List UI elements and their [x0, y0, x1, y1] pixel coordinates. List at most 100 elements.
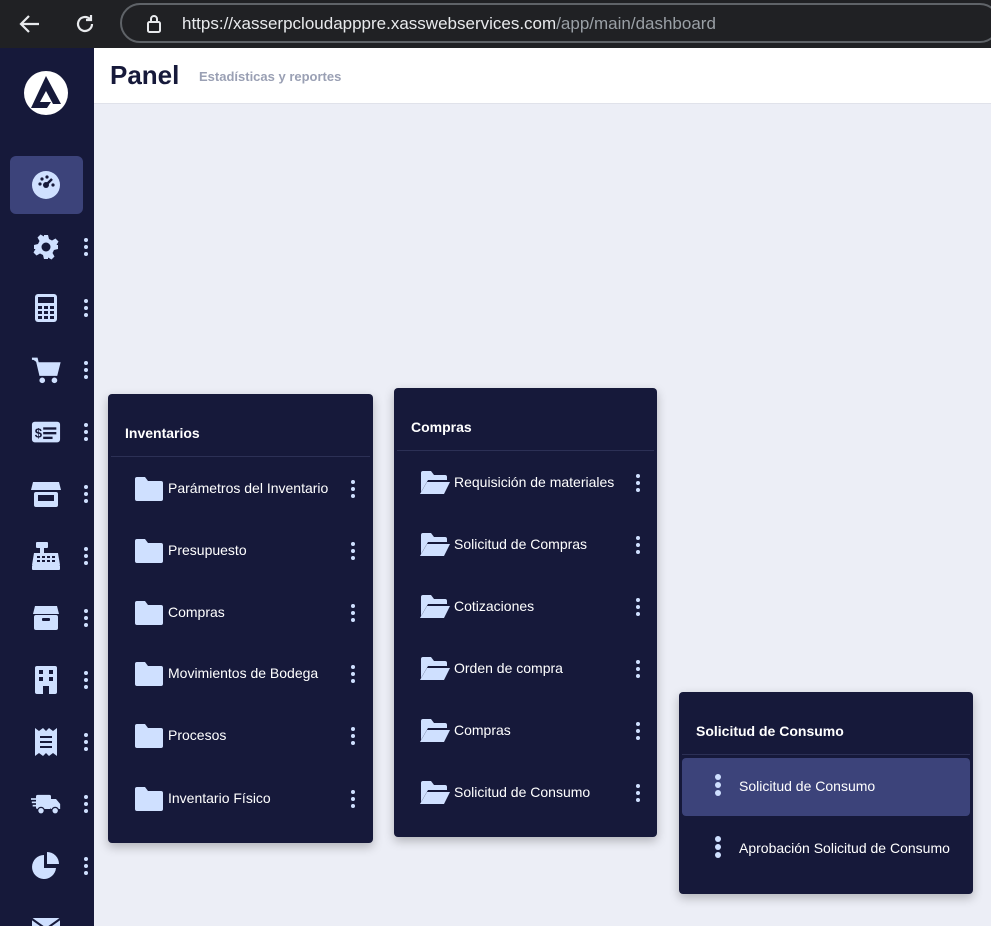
folder-icon — [135, 477, 163, 501]
sidebar-item-store[interactable] — [10, 465, 83, 523]
more-options-icon[interactable] — [636, 721, 642, 741]
address-bar[interactable]: https://xasserpcloudapppre.xasswebservic… — [120, 3, 991, 43]
sidebar-item-settings[interactable] — [10, 218, 83, 276]
reload-icon — [76, 15, 94, 33]
folder-open-icon — [420, 781, 450, 804]
more-options-icon[interactable] — [351, 789, 357, 809]
panel-title: Solicitud de Consumo — [696, 723, 844, 739]
sidebar-more-billing[interactable] — [84, 422, 90, 442]
menu-item-solicitud-consumo[interactable]: Solicitud de Consumo — [397, 764, 654, 822]
sidebar-more-settings[interactable] — [84, 237, 90, 257]
envelope-icon — [31, 913, 61, 926]
panel-divider — [682, 754, 970, 755]
arrow-left-icon — [19, 15, 39, 33]
sidebar-more-reports[interactable] — [84, 856, 90, 876]
reload-button[interactable] — [69, 8, 101, 40]
svg-text:$: $ — [35, 426, 43, 441]
menu-item-label: Cotizaciones — [454, 598, 535, 614]
more-options-icon[interactable] — [351, 726, 357, 746]
more-options-icon[interactable] — [636, 597, 642, 617]
browser-toolbar: https://xasserpcloudapppre.xasswebservic… — [0, 0, 991, 48]
cart-icon — [31, 355, 61, 385]
more-options-icon[interactable] — [351, 479, 357, 499]
menu-item-solicitud-consumo[interactable]: Solicitud de Consumo — [682, 758, 970, 816]
more-options-icon[interactable] — [636, 535, 642, 555]
sidebar-more-purchases[interactable] — [84, 360, 90, 380]
building-icon — [31, 665, 61, 695]
menu-item-compras[interactable]: Compras — [397, 702, 654, 760]
sidebar-item-inventory[interactable] — [10, 589, 83, 647]
sidebar-more-pos[interactable] — [84, 546, 90, 566]
menu-item-aprobacion-solicitud-consumo[interactable]: Aprobación Solicitud de Consumo — [682, 820, 970, 878]
menu-item-label: Solicitud de Compras — [454, 536, 588, 552]
panel-title: Compras — [411, 419, 472, 435]
sidebar-more-receipts[interactable] — [84, 732, 90, 752]
folder-icon — [135, 601, 163, 625]
menu-item-compras[interactable]: Compras — [111, 584, 370, 642]
inventarios-menu-panel: Inventarios Parámetros del Inventario Pr… — [108, 394, 373, 843]
more-options-icon[interactable] — [715, 836, 721, 858]
sidebar-item-logistics[interactable] — [10, 775, 83, 833]
folder-open-icon — [420, 719, 450, 742]
app-logo[interactable] — [23, 70, 69, 121]
box-icon — [31, 603, 61, 633]
back-button[interactable] — [14, 8, 46, 40]
menu-item-movimientos-bodega[interactable]: Movimientos de Bodega — [111, 645, 370, 703]
lock-icon — [147, 15, 161, 33]
more-options-icon[interactable] — [351, 603, 357, 623]
menu-item-inventario-fisico[interactable]: Inventario Físico — [111, 770, 370, 828]
more-options-icon[interactable] — [636, 783, 642, 803]
folder-open-icon — [420, 471, 450, 494]
sidebar-item-dashboard[interactable] — [10, 156, 83, 214]
dashboard-gauge-icon — [31, 170, 61, 200]
sidebar-item-accounting[interactable] — [10, 279, 83, 337]
sidebar-item-billing[interactable]: $ — [10, 403, 83, 461]
sidebar-item-messages[interactable] — [10, 899, 83, 926]
panel-title: Inventarios — [125, 425, 200, 441]
folder-icon — [135, 724, 163, 748]
receipt-icon — [31, 727, 61, 757]
menu-item-label: Compras — [168, 604, 225, 620]
sidebar-item-company[interactable] — [10, 651, 83, 709]
sidebar-more-accounting[interactable] — [84, 298, 90, 318]
sidebar-more-logistics[interactable] — [84, 794, 90, 814]
menu-item-procesos[interactable]: Procesos — [111, 707, 370, 765]
sidebar-item-receipts[interactable] — [10, 713, 83, 771]
page-subtitle: Estadísticas y reportes — [199, 69, 342, 84]
sidebar-more-company[interactable] — [84, 670, 90, 690]
menu-item-presupuesto[interactable]: Presupuesto — [111, 522, 370, 580]
menu-item-solicitud-compras[interactable]: Solicitud de Compras — [397, 516, 654, 574]
sidebar-item-reports[interactable] — [10, 837, 83, 895]
menu-item-parametros-inventario[interactable]: Parámetros del Inventario — [111, 460, 370, 518]
page-header: Panel Estadísticas y reportes — [94, 48, 991, 104]
page-title: Panel — [110, 60, 180, 90]
sidebar-item-purchases[interactable] — [10, 341, 83, 399]
menu-item-label: Parámetros del Inventario — [168, 480, 329, 496]
menu-item-label: Compras — [454, 722, 511, 738]
folder-icon — [135, 539, 163, 563]
menu-item-requisicion-materiales[interactable]: Requisición de materiales — [397, 454, 654, 512]
menu-item-cotizaciones[interactable]: Cotizaciones — [397, 578, 654, 636]
menu-item-orden-compra[interactable]: Orden de compra — [397, 640, 654, 698]
more-options-icon[interactable] — [636, 473, 642, 493]
pie-chart-icon — [31, 851, 61, 881]
folder-icon — [135, 787, 163, 811]
menu-item-label: Aprobación Solicitud de Consumo — [739, 840, 950, 856]
truck-icon — [31, 789, 61, 819]
more-options-icon[interactable] — [351, 541, 357, 561]
folder-icon — [135, 662, 163, 686]
sidebar-more-store[interactable] — [84, 484, 90, 504]
more-options-icon[interactable] — [351, 664, 357, 684]
sidebar-item-pos[interactable] — [10, 527, 83, 585]
menu-item-label: Solicitud de Consumo — [454, 784, 591, 800]
compras-menu-panel: Compras Requisición de materiales Solici… — [394, 388, 657, 837]
more-options-icon[interactable] — [715, 774, 721, 796]
sidebar-more-inventory[interactable] — [84, 608, 90, 628]
more-options-icon[interactable] — [636, 659, 642, 679]
menu-item-label: Movimientos de Bodega — [168, 665, 319, 681]
solicitud-consumo-menu-panel: Solicitud de Consumo Solicitud de Consum… — [679, 692, 973, 894]
folder-open-icon — [420, 595, 450, 618]
url-text: https://xasserpcloudapppre.xasswebservic… — [182, 14, 716, 33]
panel-divider — [111, 456, 370, 457]
menu-item-label: Solicitud de Consumo — [739, 778, 876, 794]
